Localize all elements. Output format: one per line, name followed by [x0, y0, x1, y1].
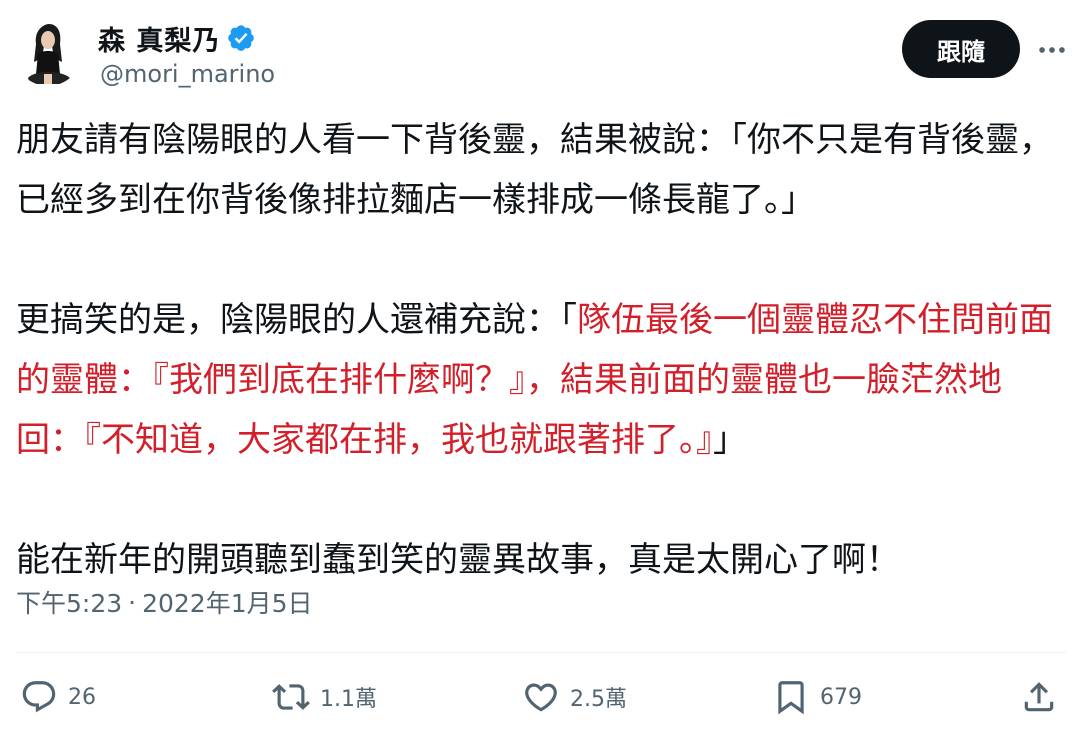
author-handle[interactable]: @mori_marino	[100, 60, 275, 88]
avatar-photo-icon	[14, 18, 82, 86]
tweet-text-segment: 更搞笑的是，陰陽眼的人還補充說：「	[16, 300, 577, 340]
more-options-button[interactable]	[1032, 30, 1072, 70]
tweet-text-segment: 能在新年的開頭聽到蠢到笑的靈異故事，真是太開心了啊！	[16, 540, 900, 580]
like-count: 2.5萬	[570, 687, 627, 712]
reply-count: 26	[68, 684, 96, 710]
reply-button[interactable]: 26	[20, 672, 96, 722]
retweet-button[interactable]: 1.1萬	[272, 672, 377, 722]
tweet-paragraph: 能在新年的開頭聽到蠢到笑的靈異故事，真是太開心了啊！	[16, 530, 1066, 590]
tweet-card: 森 真梨乃 @mori_marino 跟隨 朋友請有陰陽眼的人看一下背後靈，結果…	[0, 0, 1080, 732]
retweet-count: 1.1萬	[320, 687, 377, 712]
share-button[interactable]	[1020, 672, 1058, 722]
bookmark-count: 679	[820, 684, 862, 710]
author-display-name[interactable]: 森 真梨乃	[98, 19, 220, 58]
tweet-timestamp[interactable]: 下午5:23 · 2022年1月5日	[16, 584, 313, 620]
like-button[interactable]: 2.5萬	[522, 672, 627, 722]
avatar[interactable]	[14, 18, 82, 86]
timestamp-separator: ·	[128, 587, 137, 617]
verified-badge-icon	[226, 23, 256, 53]
follow-button[interactable]: 跟隨	[902, 20, 1020, 78]
tweet-paragraph: 朋友請有陰陽眼的人看一下背後靈，結果被說：「你不只是有背後靈，已經多到在你背後像…	[16, 110, 1066, 230]
tweet-text-segment: 」	[713, 420, 747, 460]
tweet-time[interactable]: 下午5:23	[16, 584, 122, 620]
action-bar: 26 1.1萬 2.5萬 679	[0, 672, 1080, 722]
bookmark-icon	[778, 681, 804, 715]
more-dots-icon	[1039, 47, 1065, 53]
share-icon	[1024, 682, 1054, 712]
tweet-date[interactable]: 2022年1月5日	[142, 584, 312, 620]
author-name-row[interactable]: 森 真梨乃	[98, 19, 256, 58]
bookmark-button[interactable]: 679	[772, 672, 862, 722]
divider	[16, 652, 1066, 653]
tweet-text: 朋友請有陰陽眼的人看一下背後靈，結果被說：「你不只是有背後靈，已經多到在你背後像…	[16, 110, 1066, 590]
heart-icon	[525, 683, 557, 712]
retweet-icon	[272, 684, 310, 710]
tweet-paragraph: 更搞笑的是，陰陽眼的人還補充說：「隊伍最後一個靈體忍不住問前面的靈體：『我們到底…	[16, 290, 1066, 470]
tweet-text-segment: 朋友請有陰陽眼的人看一下背後靈，結果被說：「你不只是有背後靈，已經多到在你背後像…	[16, 120, 1053, 220]
reply-icon	[22, 681, 56, 713]
